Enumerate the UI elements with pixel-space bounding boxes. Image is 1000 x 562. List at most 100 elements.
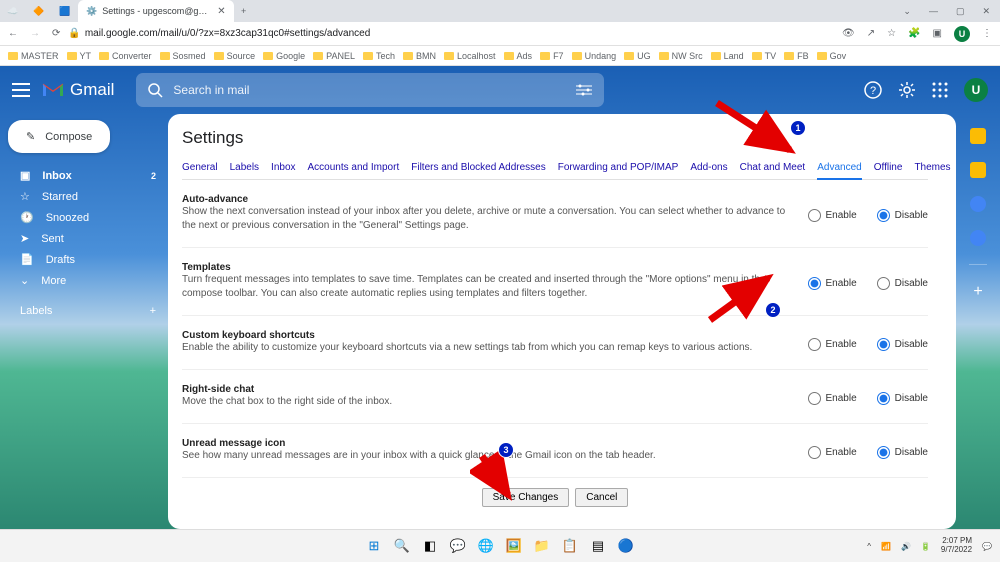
bookmark-ads[interactable]: Ads <box>504 51 533 61</box>
address-bar[interactable]: 🔒 mail.google.com/mail/u/0/?zx=8xz3cap31… <box>68 28 834 39</box>
disable-radio[interactable]: Disable <box>877 277 928 290</box>
sidebar-item-more[interactable]: ⌄More <box>0 270 168 291</box>
tab-advanced[interactable]: Advanced <box>817 162 861 180</box>
account-avatar[interactable]: U <box>964 78 988 102</box>
bookmark-tech[interactable]: Tech <box>363 51 395 61</box>
add-label-icon[interactable]: + <box>150 305 156 317</box>
star-icon[interactable]: ☆ <box>887 28 896 39</box>
back-icon[interactable]: ← <box>8 28 18 39</box>
close-icon[interactable]: ✕ <box>217 6 225 17</box>
wifi-icon[interactable]: 📶 <box>881 542 891 551</box>
bookmark-gov[interactable]: Gov <box>817 51 847 61</box>
enable-radio[interactable]: Enable <box>808 338 857 351</box>
tab-filters-and-blocked-addresses[interactable]: Filters and Blocked Addresses <box>411 162 546 173</box>
tab-general[interactable]: General <box>182 162 218 173</box>
save-changes-button[interactable]: Save Changes <box>482 488 570 507</box>
bookmark-f7[interactable]: F7 <box>540 51 564 61</box>
start-icon[interactable]: ⊞ <box>363 535 385 557</box>
bookmark-sosmed[interactable]: Sosmed <box>160 51 206 61</box>
enable-radio[interactable]: Enable <box>808 277 857 290</box>
eye-icon[interactable]: 👁 <box>842 28 855 39</box>
tab-chat-and-meet[interactable]: Chat and Meet <box>740 162 806 173</box>
bookmark-bmn[interactable]: BMN <box>403 51 436 61</box>
tab-offline[interactable]: Offline <box>874 162 903 173</box>
chevron-down-icon[interactable]: ⌄ <box>903 6 911 17</box>
clock[interactable]: 2:07 PM 9/7/2022 <box>941 537 972 555</box>
close-window-icon[interactable]: ✕ <box>982 6 990 17</box>
gallery-icon[interactable]: 🖼️ <box>503 535 525 557</box>
disable-radio[interactable]: Disable <box>877 392 928 405</box>
disable-radio[interactable]: Disable <box>877 338 928 351</box>
keep-icon[interactable] <box>970 162 986 178</box>
help-icon[interactable]: ? <box>864 81 882 99</box>
bookmark-tv[interactable]: TV <box>752 51 777 61</box>
disable-radio[interactable]: Disable <box>877 209 928 222</box>
apps-grid-icon[interactable] <box>932 82 948 98</box>
profile-avatar[interactable]: U <box>954 26 970 42</box>
extensions-icon[interactable]: 🧩 <box>908 28 920 39</box>
sidebar-item-starred[interactable]: ☆Starred <box>0 186 168 207</box>
chrome-icon[interactable]: 🔵 <box>615 535 637 557</box>
settings-gear-icon[interactable] <box>898 81 916 99</box>
share-icon[interactable]: ↗ <box>867 28 875 39</box>
search-box[interactable] <box>136 73 604 107</box>
tab-forwarding-and-pop/imap[interactable]: Forwarding and POP/IMAP <box>558 162 679 173</box>
tab-themes[interactable]: Themes <box>914 162 950 173</box>
bookmark-master[interactable]: MASTER <box>8 51 59 61</box>
search-input[interactable] <box>173 83 566 97</box>
add-addon-icon[interactable]: + <box>973 283 982 301</box>
bookmark-land[interactable]: Land <box>711 51 744 61</box>
search-options-icon[interactable] <box>576 84 592 96</box>
active-tab[interactable]: ⚙️ Settings - upgescom@gmail.com ✕ <box>78 0 234 22</box>
tab-accounts-and-import[interactable]: Accounts and Import <box>308 162 400 173</box>
calendar-icon[interactable] <box>970 128 986 144</box>
tab-add-ons[interactable]: Add-ons <box>690 162 727 173</box>
minimize-icon[interactable]: — <box>929 6 938 17</box>
sidebar-item-inbox[interactable]: ▣Inbox2 <box>0 165 168 186</box>
new-tab-button[interactable]: + <box>234 6 254 16</box>
bookmark-source[interactable]: Source <box>214 51 256 61</box>
tasks-icon[interactable] <box>970 196 986 212</box>
reload-icon[interactable]: ⟳ <box>52 28 60 39</box>
panel-icon[interactable]: ▣ <box>933 28 942 39</box>
menu-icon[interactable]: ⋮ <box>982 28 992 39</box>
compose-button[interactable]: ✎ Compose <box>8 120 110 153</box>
sidebar-item-snoozed[interactable]: 🕐Snoozed <box>0 207 168 228</box>
bookmark-nw src[interactable]: NW Src <box>659 51 703 61</box>
enable-radio[interactable]: Enable <box>808 446 857 459</box>
sidebar-item-drafts[interactable]: 📄Drafts <box>0 249 168 270</box>
bookmark-fb[interactable]: FB <box>784 51 809 61</box>
notifications-icon[interactable]: 💬 <box>982 542 992 551</box>
bookmark-google[interactable]: Google <box>263 51 305 61</box>
volume-icon[interactable]: 🔊 <box>901 542 911 551</box>
enable-radio[interactable]: Enable <box>808 209 857 222</box>
bookmark-ug[interactable]: UG <box>624 51 651 61</box>
tray-chevron-icon[interactable]: ^ <box>867 542 871 551</box>
sidebar-item-sent[interactable]: ➤Sent <box>0 228 168 249</box>
gmail-logo[interactable]: Gmail <box>42 80 114 100</box>
chat-icon[interactable]: 💬 <box>447 535 469 557</box>
edge-icon[interactable]: 🌐 <box>475 535 497 557</box>
bookmark-panel[interactable]: PANEL <box>313 51 355 61</box>
bookmark-converter[interactable]: Converter <box>99 51 152 61</box>
pinned-tab-2[interactable]: 🔶 <box>26 0 52 22</box>
bookmark-localhost[interactable]: Localhost <box>444 51 496 61</box>
bookmark-undang[interactable]: Undang <box>572 51 617 61</box>
tab-labels[interactable]: Labels <box>230 162 259 173</box>
pinned-tab-3[interactable]: 🟦 <box>52 0 78 22</box>
battery-icon[interactable]: 🔋 <box>921 542 931 551</box>
pinned-tab-1[interactable]: ☁️ <box>0 0 26 22</box>
explorer-icon[interactable]: 📁 <box>531 535 553 557</box>
maximize-icon[interactable]: ▢ <box>956 6 965 17</box>
tab-inbox[interactable]: Inbox <box>271 162 295 173</box>
search-taskbar-icon[interactable]: 🔍 <box>391 535 413 557</box>
lock-icon[interactable]: 🔒 <box>68 28 80 39</box>
task-view-icon[interactable]: ◧ <box>419 535 441 557</box>
enable-radio[interactable]: Enable <box>808 392 857 405</box>
cancel-button[interactable]: Cancel <box>575 488 628 507</box>
contacts-icon[interactable] <box>970 230 986 246</box>
disable-radio[interactable]: Disable <box>877 446 928 459</box>
hamburger-icon[interactable] <box>12 83 30 97</box>
notepad-icon[interactable]: 📋 <box>559 535 581 557</box>
bookmark-yt[interactable]: YT <box>67 51 92 61</box>
